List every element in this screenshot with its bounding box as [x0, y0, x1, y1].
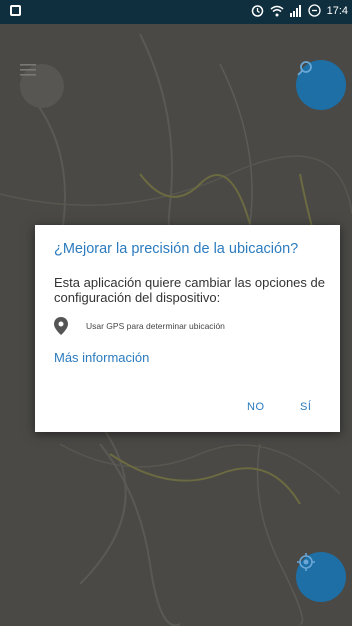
- gps-option-label: Usar GPS para determinar ubicación: [86, 321, 225, 331]
- notification-icon: [10, 5, 21, 16]
- alarm-icon: [251, 5, 263, 17]
- more-info-link[interactable]: Más información: [54, 350, 149, 365]
- dialog-title: ¿Mejorar la precisión de la ubicación?: [54, 241, 299, 257]
- search-icon: [297, 61, 312, 76]
- location-pin-icon: [54, 317, 68, 335]
- status-time: 17:4: [326, 4, 348, 17]
- location-accuracy-dialog: ¿Mejorar la precisión de la ubicación? E…: [35, 225, 340, 432]
- wifi-icon: [270, 5, 284, 16]
- locate-button[interactable]: [296, 552, 346, 602]
- dialog-message: Esta aplicación quiere cambiar las opcio…: [54, 275, 325, 305]
- status-bar: 17:4: [0, 0, 352, 24]
- signal-icon: [289, 4, 301, 17]
- gps-option-row: Usar GPS para determinar ubicación: [54, 317, 225, 335]
- menu-button[interactable]: [20, 64, 64, 108]
- battery-icon: [307, 4, 321, 17]
- menu-icon: [20, 64, 36, 76]
- locate-icon: [297, 553, 315, 571]
- search-button[interactable]: [296, 60, 346, 110]
- status-icons: 17:4: [251, 4, 348, 17]
- yes-button[interactable]: SÍ: [300, 401, 311, 413]
- no-button[interactable]: NO: [247, 401, 265, 413]
